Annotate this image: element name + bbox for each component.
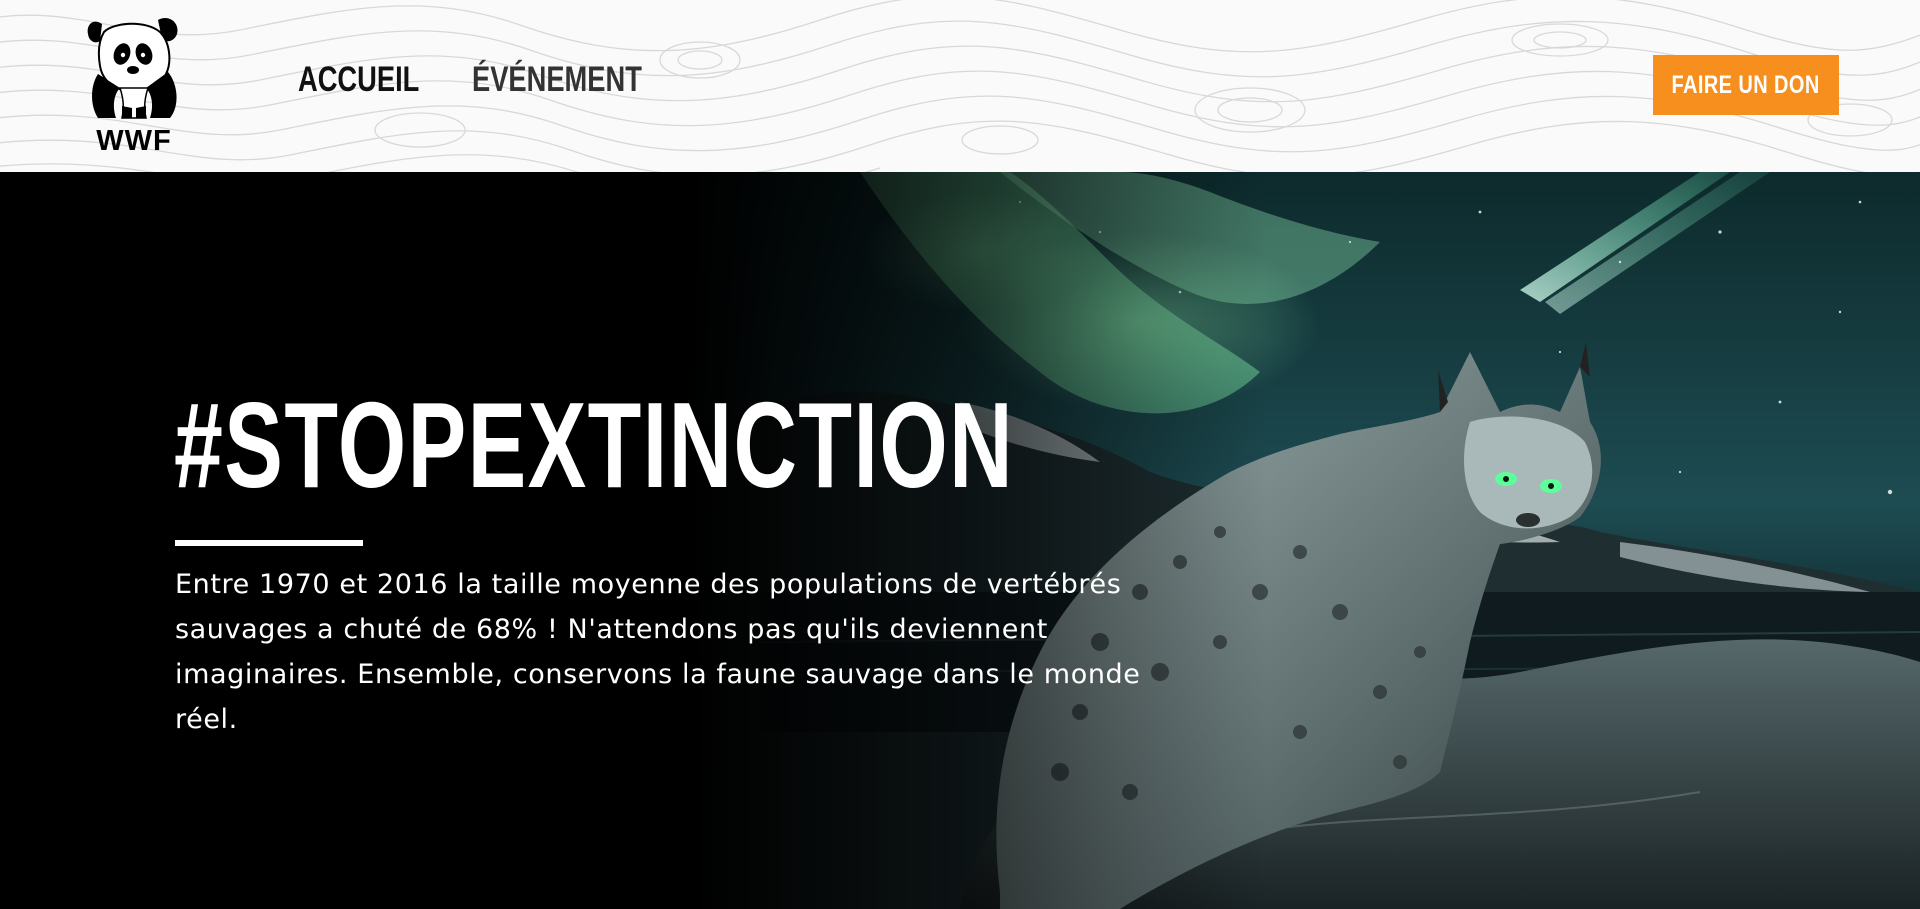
donate-button[interactable]: FAIRE UN DON	[1653, 55, 1839, 115]
nav-link-evenement[interactable]: ÉVÉNEMENT	[472, 60, 642, 100]
hero-title: #STOPEXTINCTION	[174, 377, 1014, 513]
title-underline	[175, 540, 363, 546]
site-header: WWF ACCUEIL ÉVÉNEMENT FAIRE UN DON	[0, 0, 1920, 172]
panda-icon	[87, 17, 178, 119]
hero-description: Entre 1970 et 2016 la taille moyenne des…	[175, 569, 1141, 735]
wwf-logo[interactable]: WWF	[84, 14, 184, 159]
nav-link-accueil[interactable]: ACCUEIL	[298, 60, 419, 100]
hero-section: #STOPEXTINCTION Entre 1970 et 2016 la ta…	[0, 172, 1920, 909]
logo-text: WWF	[96, 125, 172, 157]
donate-button-label: FAIRE UN DON	[1671, 70, 1821, 99]
topographic-pattern	[0, 0, 1920, 172]
main-nav: ACCUEIL ÉVÉNEMENT	[298, 60, 672, 100]
